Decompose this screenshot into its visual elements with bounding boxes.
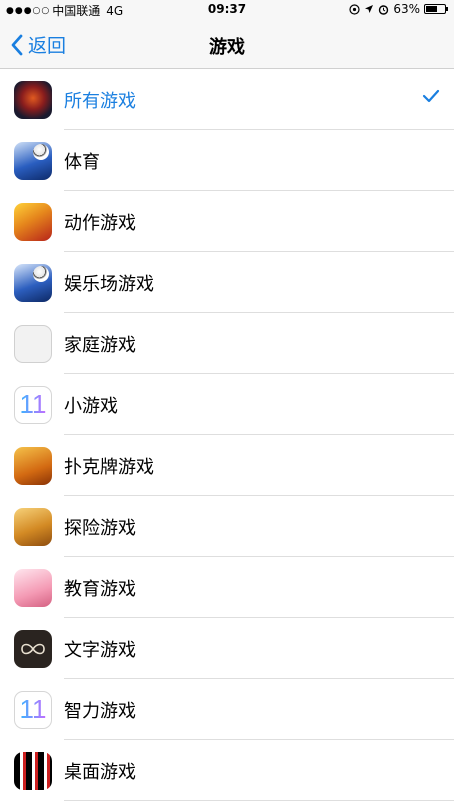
status-bar: ●●●○○ 中国联通 4G 09:37 63% xyxy=(0,0,454,20)
action-games-icon xyxy=(14,202,52,241)
category-label: 动作游戏 xyxy=(64,212,136,234)
soccer-ball-icon xyxy=(33,143,49,160)
status-right: 63% xyxy=(349,2,448,16)
category-label: 家庭游戏 xyxy=(64,334,136,356)
category-label: 小游戏 xyxy=(64,395,118,417)
category-row-sports[interactable]: 体育 xyxy=(0,130,454,191)
category-row-educational[interactable]: 教育游戏 xyxy=(0,557,454,618)
mini-games-icon-glyph: 11 xyxy=(19,389,47,419)
category-row-all-games[interactable]: 所有游戏 xyxy=(0,69,454,130)
location-lock-icon xyxy=(349,3,360,15)
word-games-icon xyxy=(14,629,52,668)
category-label: 智力游戏 xyxy=(64,700,136,722)
mini-games-icon: 11 xyxy=(14,385,52,424)
battery-icon xyxy=(424,4,448,14)
sports-icon xyxy=(14,141,52,180)
category-label: 探险游戏 xyxy=(64,517,136,539)
category-row-mini[interactable]: 11 小游戏 xyxy=(0,374,454,435)
battery-level-fill xyxy=(426,6,438,12)
puzzle-games-icon: 11 xyxy=(14,690,52,729)
adventure-games-icon xyxy=(14,507,52,546)
category-label: 教育游戏 xyxy=(64,578,136,600)
page-title: 游戏 xyxy=(209,37,245,58)
battery-percent: 63% xyxy=(393,2,420,16)
category-label: 娱乐场游戏 xyxy=(64,273,154,295)
educational-games-icon xyxy=(14,568,52,607)
category-label: 桌面游戏 xyxy=(64,761,136,783)
category-row-family[interactable]: 家庭游戏 xyxy=(0,313,454,374)
board-games-icon xyxy=(14,751,52,790)
category-row-board[interactable]: 桌面游戏 xyxy=(0,740,454,801)
category-label: 所有游戏 xyxy=(64,90,136,112)
category-label: 体育 xyxy=(64,151,100,173)
casino-games-icon xyxy=(14,263,52,302)
puzzle-games-icon-glyph: 11 xyxy=(19,694,47,724)
family-games-icon xyxy=(14,324,52,363)
all-games-icon xyxy=(14,80,52,119)
location-arrow-icon xyxy=(365,5,374,13)
navigation-bar: 返回 游戏 xyxy=(0,20,454,69)
alarm-icon xyxy=(379,4,389,15)
category-row-card[interactable]: 扑克牌游戏 xyxy=(0,435,454,496)
soccer-ball-icon xyxy=(33,265,49,282)
category-row-word[interactable]: 文字游戏 xyxy=(0,618,454,679)
category-list: 所有游戏 体育 动作游戏 娱乐场游戏 家庭游戏 11 小游戏 扑克牌游戏 探险游… xyxy=(0,69,454,801)
infinity-icon xyxy=(21,643,45,654)
card-games-icon xyxy=(14,446,52,485)
category-row-casino[interactable]: 娱乐场游戏 xyxy=(0,252,454,313)
category-label: 文字游戏 xyxy=(64,639,136,661)
category-row-puzzle[interactable]: 11 智力游戏 xyxy=(0,679,454,740)
category-label: 扑克牌游戏 xyxy=(64,456,154,478)
category-row-action[interactable]: 动作游戏 xyxy=(0,191,454,252)
checkmark-icon xyxy=(422,89,440,103)
category-row-adventure[interactable]: 探险游戏 xyxy=(0,496,454,557)
